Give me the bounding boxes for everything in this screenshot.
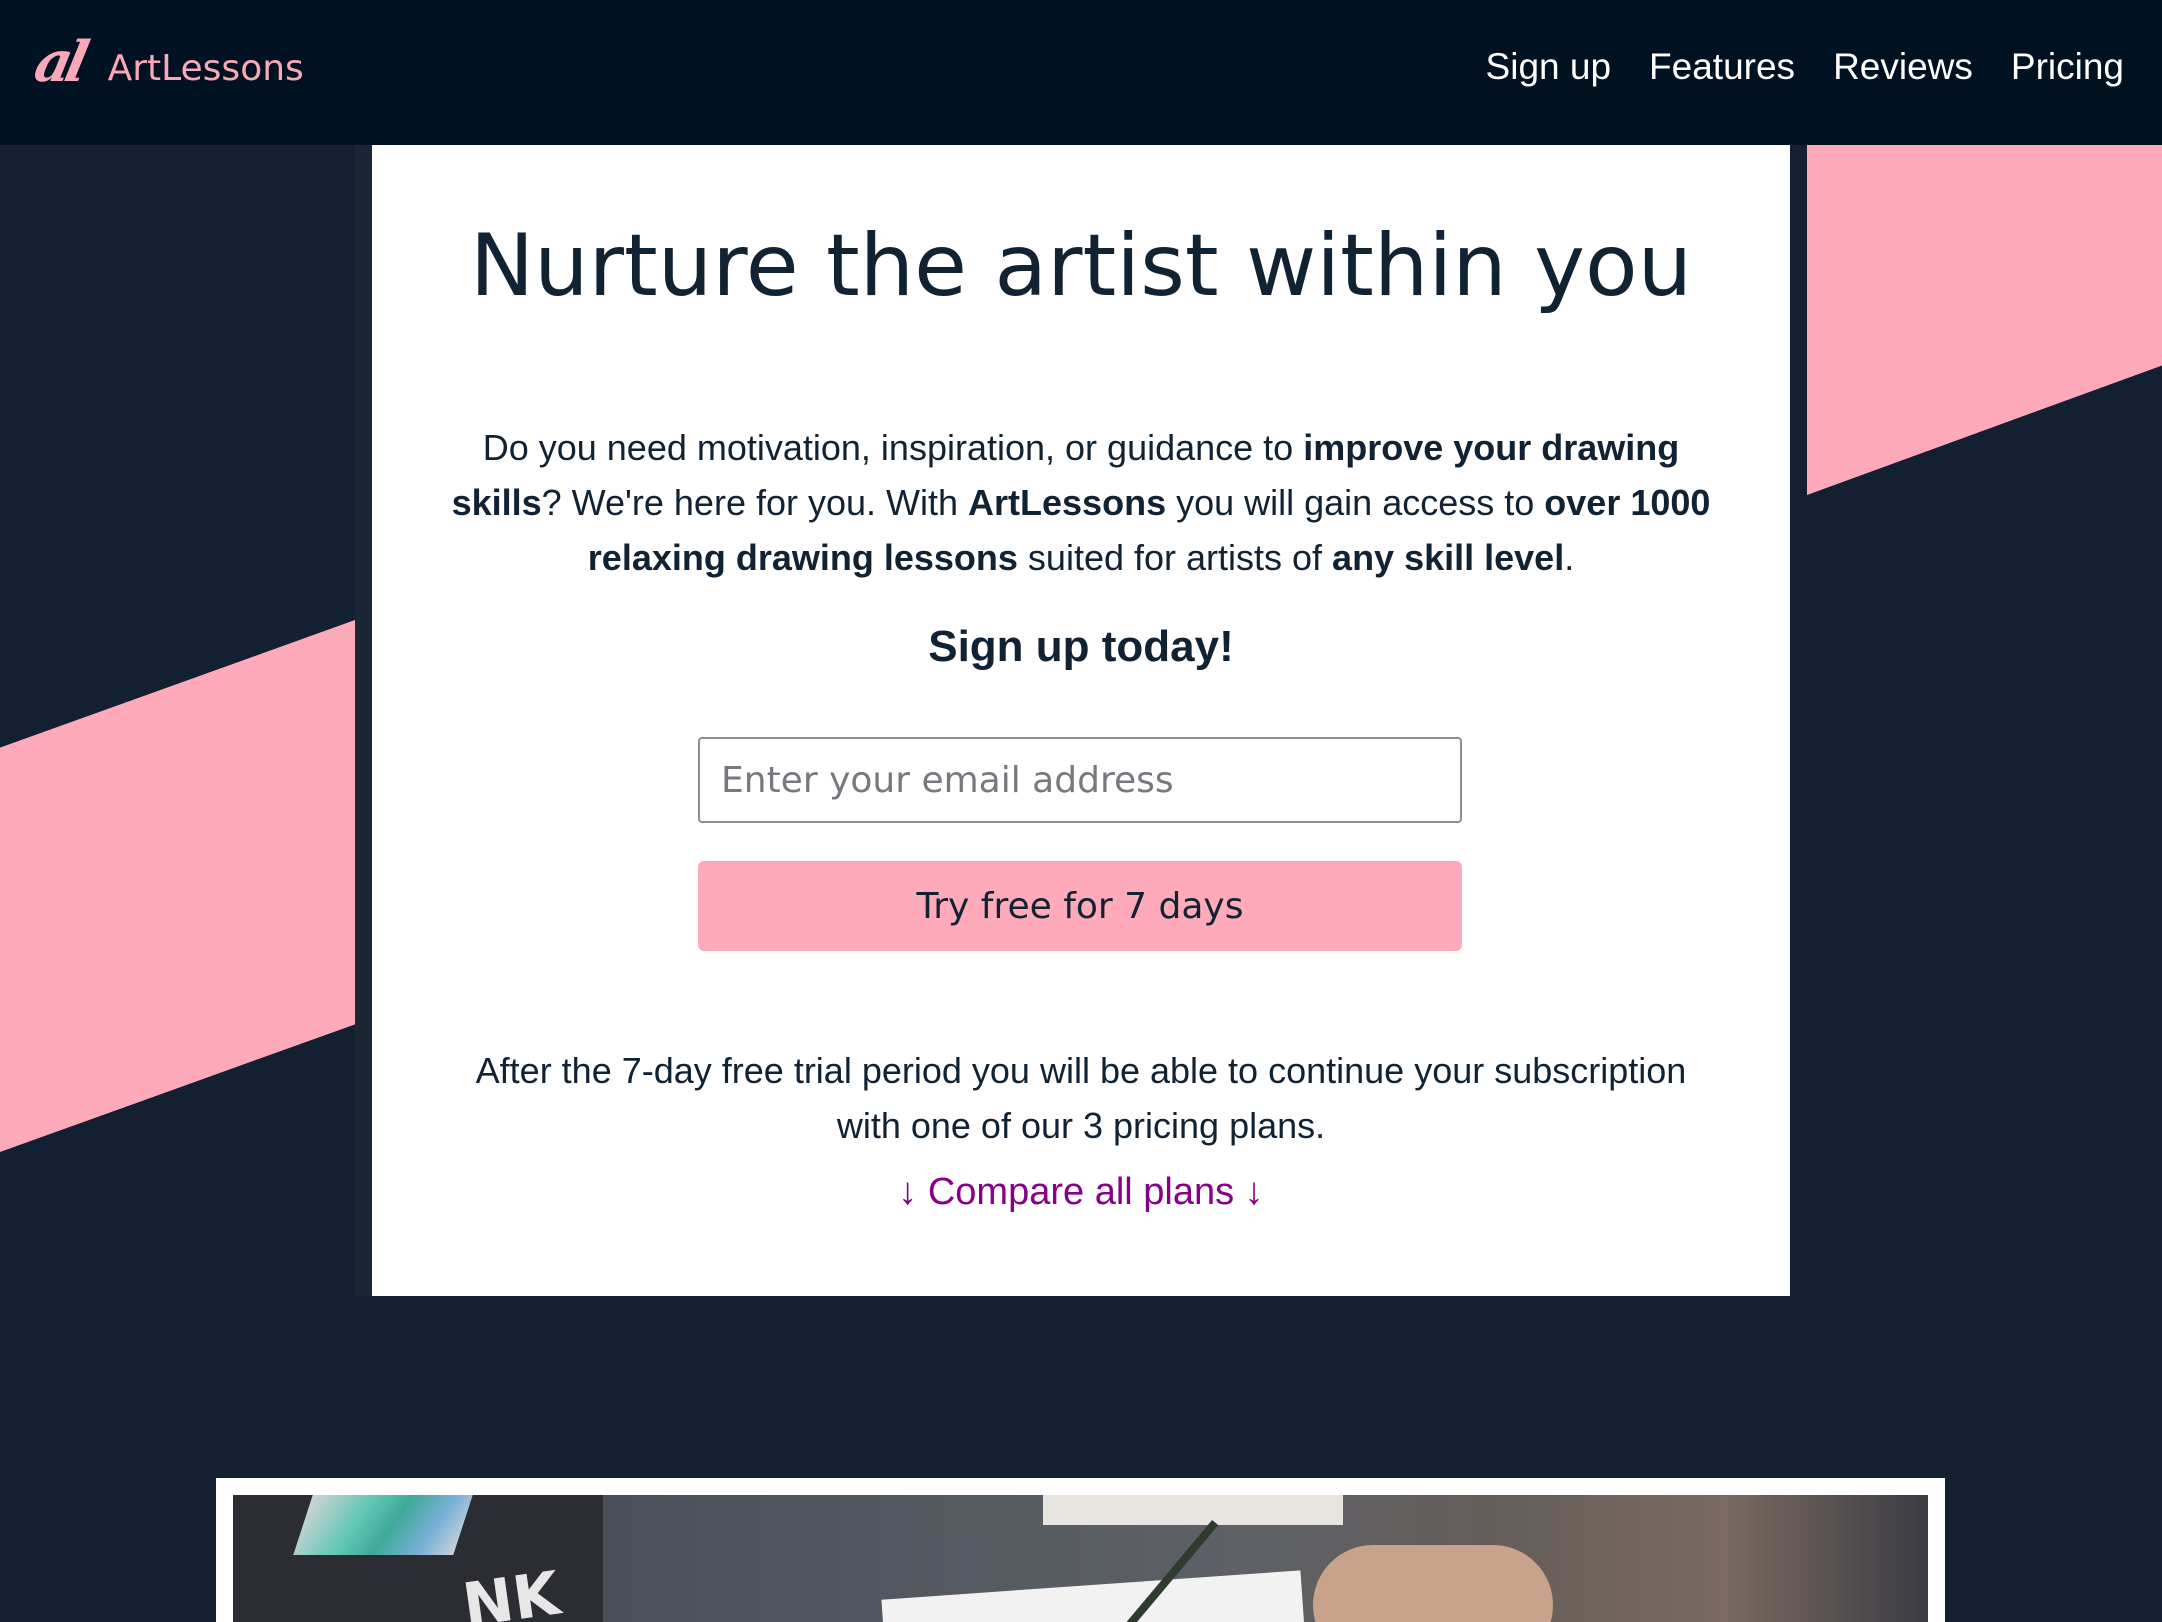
intro-text: . (1564, 537, 1575, 578)
drawing-photo: NK (233, 1495, 1928, 1622)
nav-link-reviews[interactable]: Reviews (1833, 48, 1973, 85)
brand-logo[interactable]: al ArtLessons (29, 29, 304, 95)
compare-plans-link[interactable]: ↓ Compare all plans ↓ (372, 1173, 1790, 1211)
intro-text: suited for artists of (1017, 537, 1333, 578)
try-free-button[interactable]: Try free for 7 days (698, 861, 1462, 951)
photo-tray (1043, 1495, 1343, 1525)
top-navbar: al ArtLessons Sign up Features Reviews P… (0, 0, 2162, 145)
nav-link-sign-up[interactable]: Sign up (1486, 48, 1612, 85)
intro-text: ? We're here for you. With (541, 482, 969, 523)
nav-link-features[interactable]: Features (1649, 48, 1795, 85)
signup-heading: Sign up today! (928, 622, 1234, 671)
hero-card-edge (355, 145, 372, 1296)
brand-name: ArtLessons (107, 48, 304, 89)
intro-text: you will gain access to (1166, 482, 1545, 523)
nav-link-pricing[interactable]: Pricing (2011, 48, 2124, 85)
hero-title: Nurture the artist within you (469, 216, 1693, 316)
logo-mark-icon: al (28, 29, 89, 95)
photo-pens (293, 1495, 473, 1555)
decorative-pink-shape-right (1807, 145, 2162, 495)
photo-paper (881, 1570, 1305, 1622)
email-input[interactable] (698, 737, 1462, 823)
intro-emphasis: any skill level (1332, 537, 1565, 578)
feature-image-frame: NK (216, 1478, 1945, 1622)
intro-text: Do you need motivation, inspiration, or … (482, 427, 1304, 468)
main-nav: Sign up Features Reviews Pricing (1486, 48, 2124, 85)
photo-hand (1313, 1545, 1553, 1622)
hero-card: Nurture the artist within you Do you nee… (372, 145, 1790, 1296)
intro-emphasis: ArtLessons (968, 482, 1167, 523)
decorative-pink-shape-left (0, 620, 355, 1152)
hero-intro: Do you need motivation, inspiration, or … (432, 420, 1730, 585)
trial-note: After the 7-day free trial period you wi… (475, 1050, 1687, 1146)
